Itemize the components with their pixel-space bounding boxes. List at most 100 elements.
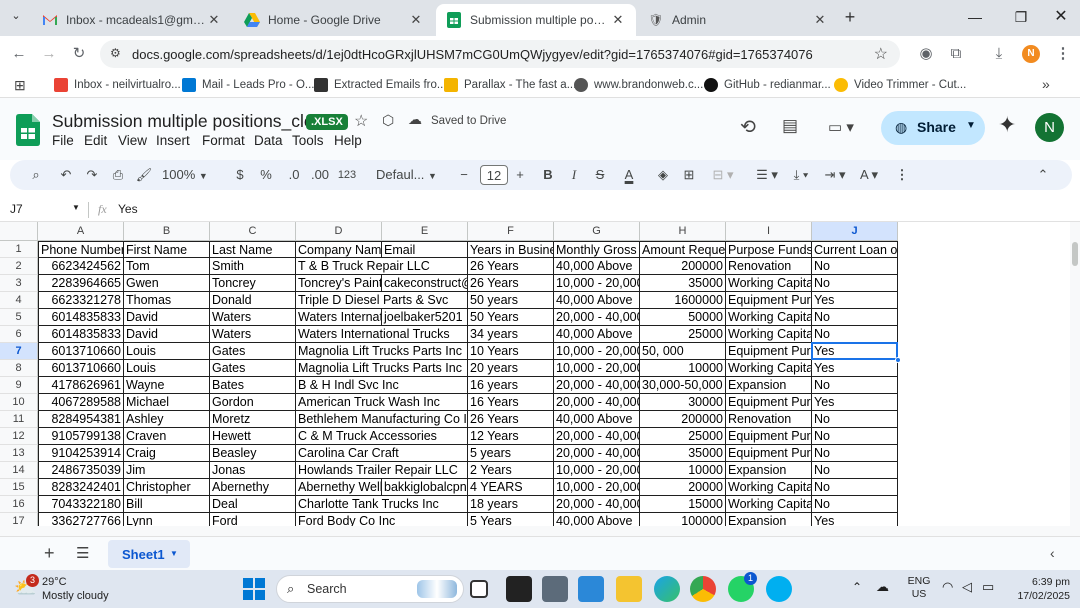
table-cell[interactable]: 6014835833 xyxy=(38,309,124,326)
table-cell[interactable]: cakeconstruct@ xyxy=(382,275,468,292)
profile-avatar[interactable]: N xyxy=(1022,45,1040,63)
wifi-icon[interactable]: ◠ xyxy=(942,579,953,595)
clock[interactable]: 6:39 pm 17/02/2025 xyxy=(1004,575,1070,603)
table-cell[interactable]: Expansion xyxy=(726,513,812,526)
bookmark-item[interactable]: GitHub - redianmar... xyxy=(704,76,831,94)
all-sheets-icon[interactable]: ☰ xyxy=(76,544,89,562)
table-cell[interactable]: 26 Years xyxy=(468,411,554,428)
notepad-icon[interactable] xyxy=(578,576,604,602)
menu-format[interactable]: Format xyxy=(202,133,245,148)
table-cell[interactable]: 7043322180 xyxy=(38,496,124,513)
menu-file[interactable]: File xyxy=(52,133,74,148)
table-cell[interactable]: Bates xyxy=(210,377,296,394)
table-cell[interactable]: Working Capital xyxy=(726,496,812,513)
table-cell[interactable]: 4067289588 xyxy=(38,394,124,411)
table-cell[interactable]: Carolina Car Craft xyxy=(296,445,399,462)
table-cell[interactable]: 8283242401 xyxy=(38,479,124,496)
bookmark-item[interactable]: Extracted Emails fro... xyxy=(314,76,446,94)
table-cell[interactable]: Abernethy xyxy=(210,479,296,496)
table-cell[interactable]: 2283964665 xyxy=(38,275,124,292)
table-cell[interactable]: Thomas xyxy=(124,292,210,309)
user-avatar[interactable]: N xyxy=(1035,113,1064,142)
bookmark-item[interactable]: Parallax - The fast a... xyxy=(444,76,576,94)
font-size-increase-button[interactable]: + xyxy=(512,165,528,185)
taskbar-search[interactable]: ⌕ Search xyxy=(276,575,464,603)
table-cell[interactable]: 10 Years xyxy=(468,343,554,360)
table-cell[interactable]: 200000 xyxy=(640,411,726,428)
font-size-decrease-button[interactable]: − xyxy=(456,165,472,185)
table-cell[interactable]: American Truck Wash Inc xyxy=(296,394,440,411)
reload-icon[interactable]: ↻ xyxy=(68,43,90,65)
scrollbar-thumb[interactable] xyxy=(1072,242,1078,266)
table-cell[interactable]: 34 years xyxy=(468,326,554,343)
table-cell[interactable]: Toncrey's Paint xyxy=(296,275,382,292)
table-cell[interactable]: Gates xyxy=(210,343,296,360)
column-header-b[interactable]: B xyxy=(124,222,210,241)
percent-format-button[interactable]: % xyxy=(258,165,274,185)
header-cell[interactable]: Amount Requested xyxy=(640,241,726,258)
bookmark-star-icon[interactable]: ☆ xyxy=(874,44,888,64)
table-cell[interactable]: Working Capital xyxy=(726,275,812,292)
table-cell[interactable]: 20,000 - 40,000 xyxy=(554,445,640,462)
table-cell[interactable]: 50000 xyxy=(640,309,726,326)
table-cell[interactable]: 18 years xyxy=(468,496,554,513)
table-cell[interactable]: Triple D Diesel Parts & Svc xyxy=(296,292,448,309)
table-cell[interactable]: Wayne xyxy=(124,377,210,394)
row-header[interactable]: 17 xyxy=(0,513,38,526)
row-header[interactable]: 5 xyxy=(0,309,38,326)
column-header-f[interactable]: F xyxy=(468,222,554,241)
table-cell[interactable]: joelbaker5201 xyxy=(382,309,468,326)
column-header-i[interactable]: I xyxy=(726,222,812,241)
table-cell[interactable]: Ashley xyxy=(124,411,210,428)
share-button[interactable]: ◍ Share ▼ xyxy=(881,111,985,145)
table-cell[interactable]: 10,000 - 20,000 xyxy=(554,360,640,377)
redo-icon[interactable]: ↷ xyxy=(82,165,102,185)
table-cell[interactable]: 20,000 - 40,000 xyxy=(554,496,640,513)
menu-tools[interactable]: Tools xyxy=(292,133,324,148)
new-tab-button[interactable]: + xyxy=(840,8,860,28)
table-cell[interactable]: Smith xyxy=(210,258,296,275)
row-header[interactable]: 4 xyxy=(0,292,38,309)
bookmark-item[interactable]: Inbox - neilvirtualro... xyxy=(54,76,181,94)
table-cell[interactable]: 9104253914 xyxy=(38,445,124,462)
table-cell[interactable]: Michael xyxy=(124,394,210,411)
merge-cells-icon[interactable]: ⊟ ▾ xyxy=(708,165,738,185)
windows-start-icon[interactable] xyxy=(243,578,265,600)
table-cell[interactable]: 10000 xyxy=(640,462,726,479)
column-header-h[interactable]: H xyxy=(640,222,726,241)
fill-color-icon[interactable]: ◈ xyxy=(654,165,672,185)
table-cell[interactable]: Waters xyxy=(210,326,296,343)
weather-widget[interactable]: ⛅ 3 29°C Mostly cloudy xyxy=(12,574,132,604)
table-cell[interactable]: 6014835833 xyxy=(38,326,124,343)
table-cell[interactable]: Gordon xyxy=(210,394,296,411)
row-header[interactable]: 1 xyxy=(0,241,38,258)
explore-collapse-icon[interactable]: ‹ xyxy=(1050,545,1055,561)
menu-view[interactable]: View xyxy=(118,133,147,148)
extensions-puzzle-icon[interactable]: ⧉ xyxy=(945,43,967,65)
paint-format-icon[interactable]: 🖌 xyxy=(134,165,154,185)
row-header[interactable]: 9 xyxy=(0,377,38,394)
search-menus-icon[interactable]: ⌕ xyxy=(26,165,46,185)
table-cell[interactable]: 2486735039 xyxy=(38,462,124,479)
close-window-button[interactable]: ✕ xyxy=(1046,6,1076,28)
move-folder-icon[interactable]: ⬡ xyxy=(382,112,394,129)
back-icon[interactable]: ← xyxy=(8,43,30,65)
tray-app-icon[interactable]: ☁ xyxy=(876,579,889,595)
row-header[interactable]: 14 xyxy=(0,462,38,479)
close-tab-icon[interactable]: ✕ xyxy=(812,12,828,28)
show-hidden-icons[interactable]: ⌃ xyxy=(852,580,862,594)
table-cell[interactable]: 4178626961 xyxy=(38,377,124,394)
table-cell[interactable]: 6013710660 xyxy=(38,360,124,377)
add-sheet-button[interactable]: + xyxy=(44,543,55,564)
menu-edit[interactable]: Edit xyxy=(84,133,107,148)
table-cell[interactable]: Equipment Purchase xyxy=(726,445,812,462)
chrome-menu-icon[interactable]: ⋮ xyxy=(1052,43,1074,65)
table-cell[interactable]: No xyxy=(812,428,898,445)
table-cell[interactable]: David xyxy=(124,326,210,343)
number-format-button[interactable]: 123 xyxy=(336,165,358,185)
table-cell[interactable]: Louis xyxy=(124,360,210,377)
menu-help[interactable]: Help xyxy=(334,133,362,148)
increase-decimal-button[interactable]: .00 xyxy=(308,165,332,185)
table-cell[interactable]: Expansion xyxy=(726,377,812,394)
vertical-align-icon[interactable]: ⤓ ▾ xyxy=(786,165,816,185)
